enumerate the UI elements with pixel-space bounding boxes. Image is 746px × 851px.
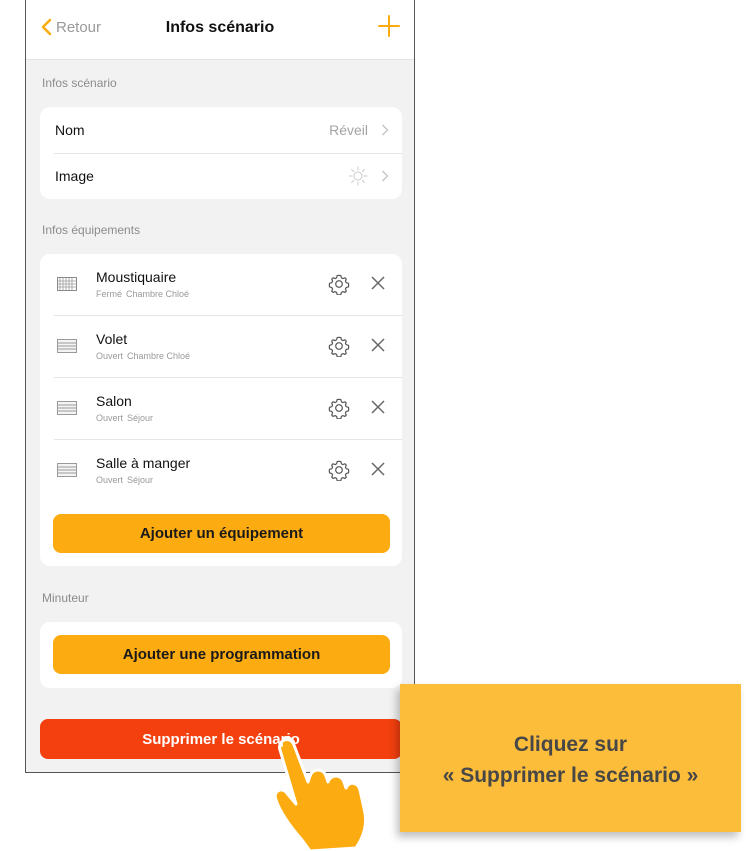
equipment-item-volet: Volet Ouvert Chambre Chloé <box>40 316 402 377</box>
mosquito-net-icon <box>57 277 77 291</box>
navigation-bar: Retour Infos scénario <box>26 0 414 60</box>
equipment-status: Ouvert Chambre Chloé <box>96 351 191 361</box>
section-label-equipment: Infos équipements <box>42 223 141 237</box>
add-schedule-button[interactable]: Ajouter une programmation <box>53 635 390 674</box>
equipment-name: Moustiquaire <box>96 269 177 285</box>
sun-icon <box>348 166 368 186</box>
plus-icon[interactable] <box>376 13 402 39</box>
row-name-label: Nom <box>55 122 85 138</box>
gear-icon[interactable] <box>328 459 350 481</box>
gear-icon[interactable] <box>328 273 350 295</box>
equipment-name: Salle à manger <box>96 455 191 471</box>
page-title: Infos scénario <box>165 19 275 36</box>
row-image-label: Image <box>55 168 94 184</box>
equipment-item-moustiquaire: Moustiquaire Fermé Chambre Chloé <box>40 254 402 315</box>
pointing-hand-icon <box>273 736 368 851</box>
shutter-icon <box>57 463 77 477</box>
equipment-status: Ouvert Séjour <box>96 475 154 485</box>
shutter-icon <box>57 339 77 353</box>
close-icon[interactable] <box>370 461 386 477</box>
close-icon[interactable] <box>370 337 386 353</box>
row-image[interactable]: Image <box>40 153 402 199</box>
equipment-card: Moustiquaire Fermé Chambre Chloé Volet Ou… <box>40 254 402 566</box>
row-name-value: Réveil <box>329 122 368 138</box>
equipment-status: Ouvert Séjour <box>96 413 154 423</box>
shutter-icon <box>57 401 77 415</box>
row-name[interactable]: Nom Réveil <box>40 107 402 153</box>
equipment-item-salle-a-manger: Salle à manger Ouvert Séjour <box>40 440 402 501</box>
phone-screen: Retour Infos scénario Infos scénario Nom… <box>25 0 415 773</box>
section-label-scenario-info: Infos scénario <box>42 76 117 90</box>
add-equipment-button[interactable]: Ajouter un équipement <box>53 514 390 553</box>
timer-card: Ajouter une programmation <box>40 622 402 688</box>
equipment-status: Fermé Chambre Chloé <box>96 289 190 299</box>
chevron-right-icon <box>382 170 389 182</box>
chevron-right-icon <box>382 124 389 136</box>
close-icon[interactable] <box>370 399 386 415</box>
gear-icon[interactable] <box>328 397 350 419</box>
equipment-name: Salon <box>96 393 132 409</box>
callout-line-1: Cliquez sur <box>513 733 628 756</box>
equipment-name: Volet <box>96 331 128 347</box>
gear-icon[interactable] <box>328 335 350 357</box>
scenario-info-card: Nom Réveil Image <box>40 107 402 199</box>
close-icon[interactable] <box>370 275 386 291</box>
section-label-timer: Minuteur <box>42 591 89 605</box>
tutorial-callout: Cliquez sur « Supprimer le scénario » <box>400 684 741 832</box>
equipment-item-salon: Salon Ouvert Séjour <box>40 378 402 439</box>
callout-line-2: « Supprimer le scénario » <box>442 764 699 787</box>
